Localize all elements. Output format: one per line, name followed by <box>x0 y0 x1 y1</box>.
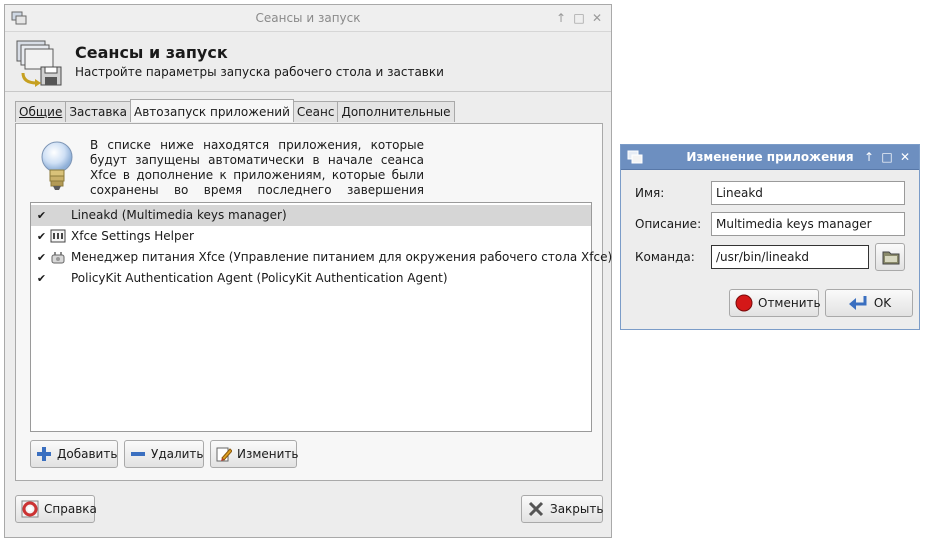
command-field[interactable]: /usr/bin/lineakd <box>711 245 869 269</box>
close-window-icon[interactable]: ✕ <box>591 11 603 25</box>
app-checkbox[interactable]: ✔ <box>36 231 47 242</box>
app-checkbox[interactable]: ✔ <box>36 273 47 284</box>
app-checkbox[interactable]: ✔ <box>36 210 47 221</box>
ok-button[interactable]: OK <box>825 289 913 317</box>
command-label: Команда: <box>635 250 695 264</box>
tab-general[interactable]: Общие <box>15 101 67 122</box>
settings-helper-icon <box>50 229 66 243</box>
autostart-panel: В списке ниже находятся приложения, кото… <box>15 123 612 481</box>
list-item[interactable]: ✔ Менеджер питания Xfce (Управление пита… <box>31 247 612 268</box>
list-item[interactable]: ✔ Lineakd (Multimedia keys manager) <box>31 205 591 226</box>
remove-button[interactable]: Удалить <box>124 440 204 468</box>
tab-advanced[interactable]: Дополнительные <box>337 101 455 122</box>
maximize-icon[interactable]: □ <box>573 11 585 25</box>
plus-icon <box>37 447 51 461</box>
pin-icon[interactable]: ↑ <box>555 11 567 25</box>
description-label: Описание: <box>635 217 702 231</box>
folder-icon <box>882 251 900 265</box>
app-label: Lineakd (Multimedia keys manager) <box>71 208 287 222</box>
session-startup-window: Сеансы и запуск ↑ □ ✕ Сеансы и запуск На… <box>4 4 612 538</box>
help-button-label: Справка <box>44 502 97 516</box>
autostart-app-list[interactable]: ✔ Lineakd (Multimedia keys manager) ✔ Xf… <box>30 202 612 432</box>
dialog-titlebar[interactable]: Изменение приложения ↑ □ ✕ <box>621 145 919 170</box>
tab-session[interactable]: Сеанс <box>292 101 339 122</box>
close-button-label: Закрыть <box>550 502 604 516</box>
close-x-icon <box>528 501 544 517</box>
tab-bar: Общие Заставка Автозапуск приложений Сеа… <box>15 99 455 123</box>
main-titlebar[interactable]: Сеансы и запуск ↑ □ ✕ <box>5 5 611 32</box>
tab-autostart[interactable]: Автозапуск приложений <box>130 99 294 122</box>
main-window-title: Сеансы и запуск <box>255 11 361 25</box>
session-startup-icon <box>16 40 62 87</box>
edit-button[interactable]: Изменить <box>210 440 299 468</box>
help-button[interactable]: Справка <box>15 495 97 523</box>
app-checkbox[interactable]: ✔ <box>36 252 47 263</box>
enter-arrow-icon <box>848 296 867 310</box>
app-label: PolicyKit Authentication Agent (PolicyKi… <box>71 271 448 285</box>
help-lifebuoy-icon <box>21 500 39 518</box>
header-divider <box>5 91 611 92</box>
browse-button[interactable] <box>875 243 905 271</box>
header-title: Сеансы и запуск <box>75 43 228 62</box>
dialog-maximize-icon[interactable]: □ <box>881 150 893 164</box>
minus-icon <box>131 452 145 456</box>
add-button[interactable]: Добавить <box>30 440 118 468</box>
app-label: Менеджер питания Xfce (Управление питани… <box>71 250 613 264</box>
name-label: Имя: <box>635 186 665 200</box>
add-button-label: Добавить <box>57 447 118 461</box>
dialog-close-icon[interactable]: ✕ <box>899 150 911 164</box>
lightbulb-icon <box>41 141 73 190</box>
edit-application-dialog: Изменение приложения ↑ □ ✕ Имя: Lineakd … <box>620 144 920 330</box>
cancel-button-label: Отменить <box>758 296 821 310</box>
header-subtitle: Настройте параметры запуска рабочего сто… <box>75 65 444 79</box>
app-label: Xfce Settings Helper <box>71 229 194 243</box>
list-item[interactable]: ✔ PolicyKit Authentication Agent (Policy… <box>31 268 591 289</box>
edit-pencil-icon <box>216 447 232 462</box>
dialog-pin-icon[interactable]: ↑ <box>863 150 875 164</box>
list-item[interactable]: ✔ Xfce Settings Helper <box>31 226 591 247</box>
ok-button-label: OK <box>873 296 892 310</box>
stop-icon <box>735 294 753 312</box>
description-field[interactable]: Multimedia keys manager <box>711 212 905 236</box>
tab-screensaver[interactable]: Заставка <box>65 101 132 122</box>
edit-button-label: Изменить <box>237 447 299 461</box>
power-manager-icon <box>51 252 65 264</box>
name-field[interactable]: Lineakd <box>711 181 905 205</box>
cancel-button[interactable]: Отменить <box>729 289 821 317</box>
close-button[interactable]: Закрыть <box>521 495 603 523</box>
remove-button-label: Удалить <box>151 447 204 461</box>
